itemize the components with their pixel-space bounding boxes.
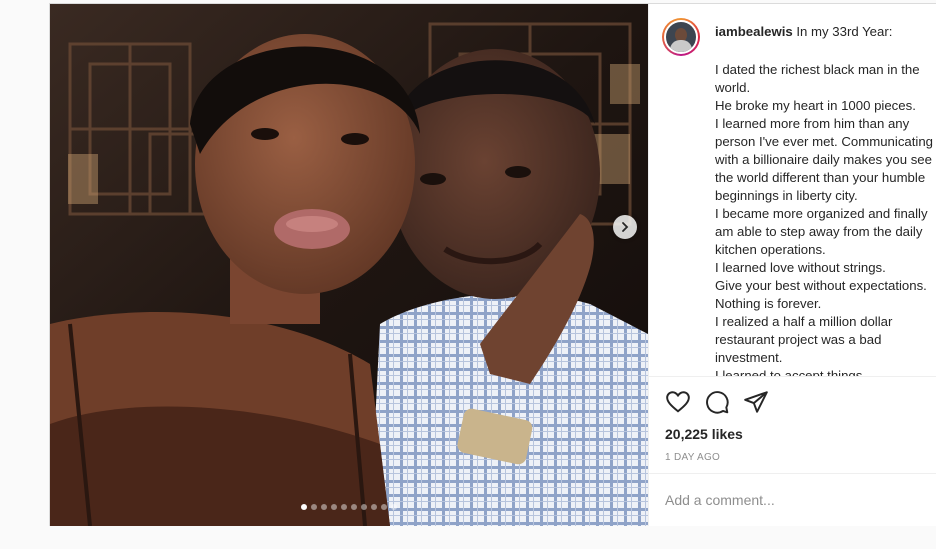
caption-line: the world different than your humble <box>715 170 926 185</box>
selfie-photo-illustration <box>50 4 648 526</box>
avatar-image <box>664 20 698 54</box>
carousel-dot <box>391 504 397 510</box>
share-button[interactable] <box>743 389 769 415</box>
post-timestamp[interactable]: 1 DAY AGO <box>665 452 720 463</box>
carousel-dot <box>301 504 307 510</box>
post-photo[interactable] <box>50 4 648 526</box>
heart-icon <box>666 391 690 413</box>
comment-button[interactable] <box>704 389 730 415</box>
carousel-indicator <box>50 504 648 510</box>
carousel-dot <box>351 504 357 510</box>
post-sidebar: iambealewis In my 33rd Year: I dated the… <box>648 4 936 526</box>
caption-line: I learned love without strings. <box>715 260 886 275</box>
caption-line: with a billionaire daily makes you see <box>715 152 932 167</box>
like-button[interactable] <box>665 389 691 415</box>
like-count[interactable]: 20,225 likes <box>665 426 743 442</box>
caption-line: Give your best without expectations. <box>715 278 927 293</box>
avatar[interactable] <box>662 18 700 56</box>
caption-first-line: In my 33rd Year: <box>796 24 893 39</box>
caption-line: I learned more from him than any <box>715 116 910 131</box>
comment-bar <box>649 473 936 527</box>
carousel-dot <box>311 504 317 510</box>
chevron-right-icon <box>622 222 629 232</box>
carousel-dot <box>331 504 337 510</box>
caption-line: I became more organized and finally <box>715 206 928 221</box>
username-link[interactable]: iambealewis <box>715 24 793 39</box>
caption-line: beginnings in liberty city. <box>715 188 858 203</box>
caption-line: world. <box>715 80 751 95</box>
carousel-dot <box>371 504 377 510</box>
comment-bubble-icon <box>706 391 729 414</box>
caption-line: person I've ever met. Communicating <box>715 134 934 149</box>
caption-line: investment. <box>715 350 783 365</box>
comment-input[interactable] <box>665 488 925 512</box>
carousel-dot <box>341 504 347 510</box>
caption-line: He broke my heart in 1000 pieces. <box>715 98 916 113</box>
caption-line: Nothing is forever. <box>715 296 822 311</box>
next-photo-button[interactable] <box>613 215 637 239</box>
post-caption: iambealewis In my 33rd Year: I dated the… <box>715 23 936 376</box>
carousel-dot <box>321 504 327 510</box>
paper-plane-icon <box>744 391 768 413</box>
caption-line: I dated the richest black man in the <box>715 62 920 77</box>
post-actions: 20,225 likes 1 DAY AGO <box>649 376 936 474</box>
caption-line: kitchen operations. <box>715 242 826 257</box>
carousel-dot <box>361 504 367 510</box>
caption-line: I realized a half a million dollar <box>715 314 893 329</box>
caption-line: am able to step away from the daily <box>715 224 923 239</box>
carousel-dot <box>381 504 387 510</box>
instagram-post: iambealewis In my 33rd Year: I dated the… <box>49 3 936 526</box>
caption-line: I learned to accept things <box>715 368 863 376</box>
caption-line: restaurant project was a bad <box>715 332 882 347</box>
